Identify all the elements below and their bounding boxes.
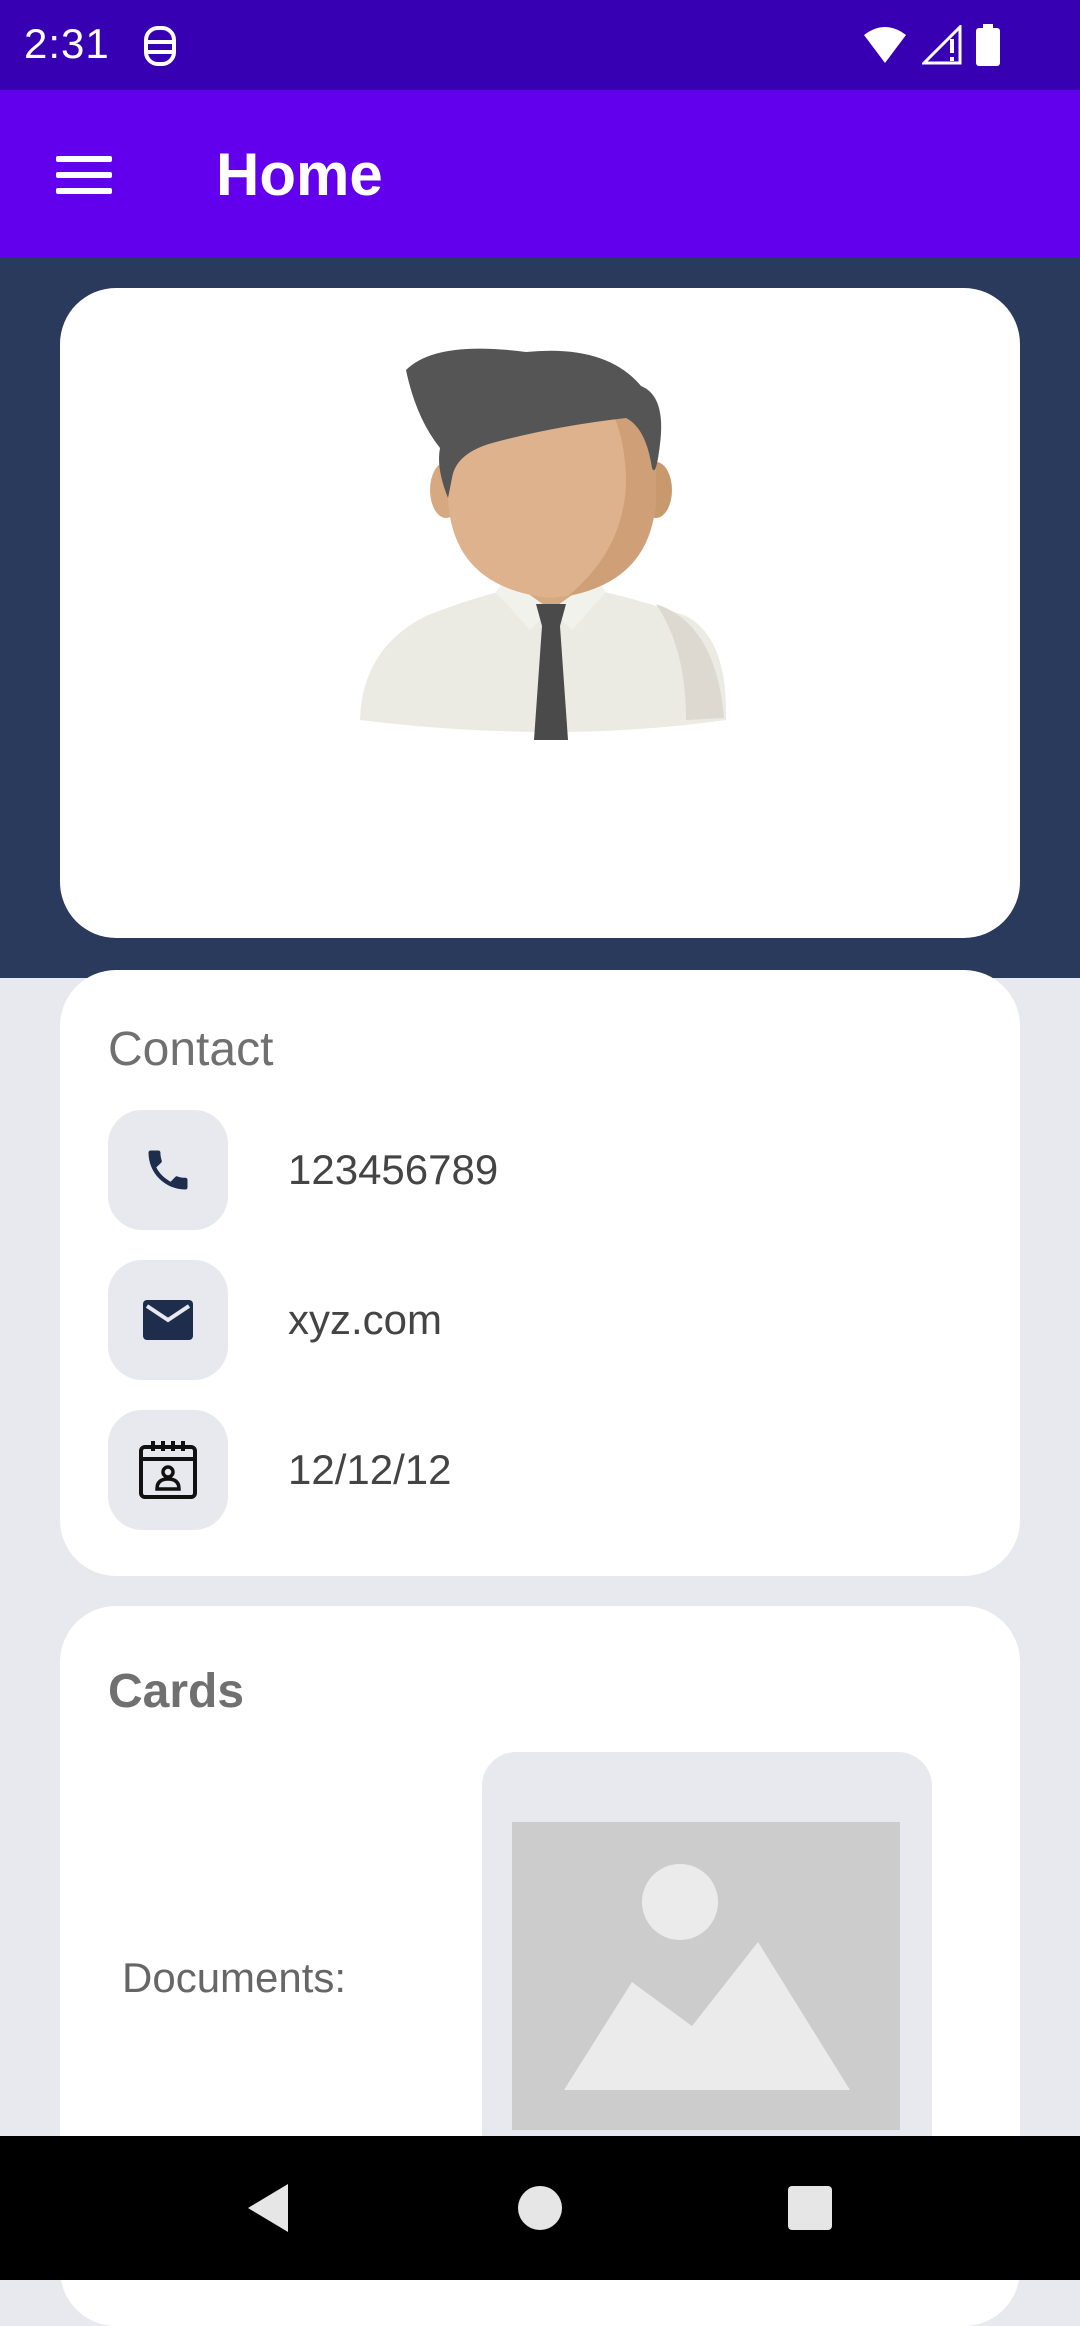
page-title: Home — [216, 141, 383, 208]
wifi-icon — [864, 27, 906, 63]
status-time: 2:31 — [24, 20, 110, 67]
notification-icon — [144, 26, 176, 66]
phone-icon-box — [108, 1110, 228, 1230]
phone-number: 123456789 — [288, 1146, 499, 1193]
back-icon[interactable] — [244, 2180, 292, 2236]
battery-icon — [976, 24, 1000, 66]
phone-icon — [148, 1150, 188, 1190]
document-image-button[interactable] — [482, 1752, 932, 2172]
image-placeholder-icon — [512, 1822, 900, 2130]
status-bar: 2:31 — [0, 0, 1080, 90]
calendar-person-icon — [139, 1441, 197, 1499]
mail-icon — [143, 1300, 193, 1340]
recents-icon[interactable] — [786, 2180, 834, 2236]
calendar-icon-box — [108, 1410, 228, 1530]
system-navigation-bar — [0, 2136, 1080, 2280]
mail-icon-box — [108, 1260, 228, 1380]
contact-birthday-row[interactable]: 12/12/12 — [108, 1410, 968, 1530]
hamburger-menu-icon[interactable] — [36, 140, 132, 210]
birth-date: 12/12/12 — [288, 1446, 452, 1493]
contact-email-row[interactable]: xyz.com — [108, 1260, 968, 1380]
contact-card: Contact 123456789 xyz.com 12/12/12 — [60, 970, 1020, 1576]
app-bar: Home — [0, 90, 1080, 258]
contact-phone-row[interactable]: 123456789 — [108, 1110, 968, 1230]
home-icon[interactable] — [516, 2180, 564, 2236]
cards-section-title: Cards — [108, 1665, 245, 1718]
person-avatar-icon — [360, 348, 727, 740]
email-address: xyz.com — [288, 1296, 443, 1343]
documents-label: Documents: — [122, 1954, 347, 2001]
signal-icon — [922, 25, 962, 65]
profile-card — [60, 288, 1020, 938]
contact-section-title: Contact — [108, 1023, 274, 1076]
